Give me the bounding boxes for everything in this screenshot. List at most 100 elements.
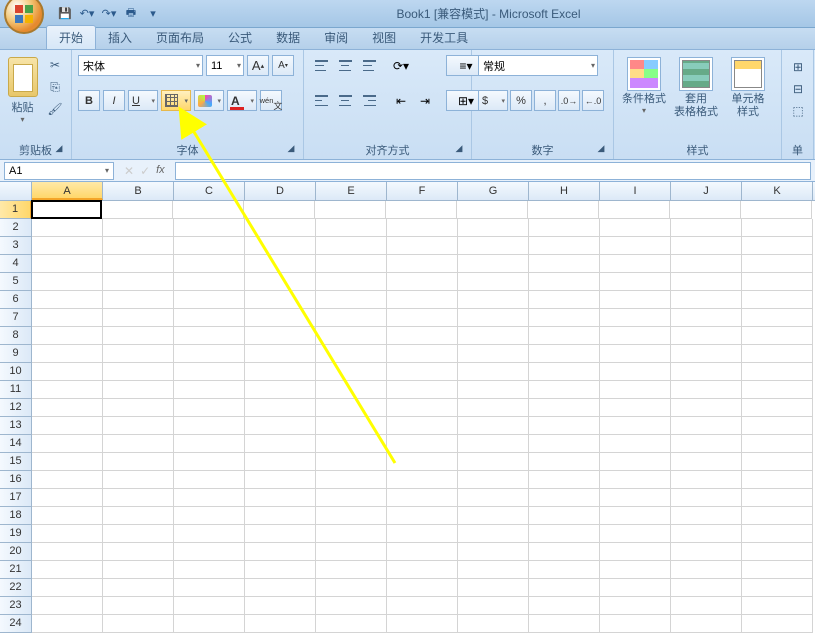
cell[interactable] [316, 219, 387, 237]
cell[interactable] [600, 525, 671, 543]
cell[interactable] [458, 309, 529, 327]
cell[interactable] [671, 435, 742, 453]
cell[interactable] [316, 543, 387, 561]
cell[interactable] [32, 219, 103, 237]
cell[interactable] [387, 417, 458, 435]
row-header[interactable]: 10 [0, 363, 32, 381]
formula-input[interactable] [175, 162, 811, 180]
row-header[interactable]: 8 [0, 327, 32, 345]
cell[interactable] [529, 525, 600, 543]
cell[interactable] [245, 489, 316, 507]
cell[interactable] [742, 543, 813, 561]
percent-button[interactable]: % [510, 90, 532, 111]
cell[interactable] [458, 507, 529, 525]
cell[interactable] [742, 291, 813, 309]
cell[interactable] [245, 471, 316, 489]
cell[interactable] [742, 417, 813, 435]
cell[interactable] [32, 597, 103, 615]
cell[interactable] [245, 291, 316, 309]
cell[interactable] [387, 309, 458, 327]
cell[interactable] [316, 363, 387, 381]
cell[interactable] [458, 435, 529, 453]
cell[interactable] [245, 345, 316, 363]
cell[interactable] [600, 219, 671, 237]
tab-公式[interactable]: 公式 [216, 26, 264, 49]
tab-审阅[interactable]: 审阅 [312, 26, 360, 49]
cell[interactable] [458, 597, 529, 615]
cell[interactable] [245, 579, 316, 597]
cell[interactable] [316, 381, 387, 399]
cell[interactable] [671, 615, 742, 633]
column-header[interactable]: J [671, 182, 742, 200]
cell[interactable] [387, 435, 458, 453]
cell[interactable] [316, 597, 387, 615]
cell[interactable] [103, 597, 174, 615]
cell[interactable] [387, 399, 458, 417]
cell[interactable] [458, 381, 529, 399]
cell[interactable] [600, 291, 671, 309]
cell[interactable] [316, 417, 387, 435]
cell[interactable] [103, 219, 174, 237]
cell[interactable] [458, 363, 529, 381]
cell[interactable] [245, 219, 316, 237]
row-header[interactable]: 20 [0, 543, 32, 561]
cell[interactable] [316, 399, 387, 417]
cell[interactable] [315, 201, 386, 219]
cell[interactable] [671, 597, 742, 615]
paste-label[interactable]: 粘贴 [12, 99, 34, 115]
cell[interactable] [600, 237, 671, 255]
redo-icon[interactable]: ↷▾ [100, 5, 118, 23]
cell[interactable] [742, 273, 813, 291]
cell[interactable] [387, 273, 458, 291]
cell[interactable] [742, 435, 813, 453]
cell[interactable] [245, 525, 316, 543]
cell[interactable] [671, 579, 742, 597]
cell[interactable] [671, 237, 742, 255]
cell[interactable] [529, 381, 600, 399]
cell[interactable] [742, 399, 813, 417]
cell[interactable] [103, 327, 174, 345]
cell[interactable] [316, 453, 387, 471]
insert-cells-icon[interactable]: ⊞ [788, 57, 808, 77]
print-icon[interactable]: 🖶 [122, 5, 140, 23]
cell[interactable] [387, 561, 458, 579]
cell[interactable] [103, 345, 174, 363]
cell[interactable] [103, 507, 174, 525]
column-header[interactable]: F [387, 182, 458, 200]
cell[interactable] [387, 597, 458, 615]
cell[interactable] [529, 219, 600, 237]
cell[interactable] [742, 309, 813, 327]
cell[interactable] [103, 543, 174, 561]
cell[interactable] [529, 309, 600, 327]
cell[interactable] [316, 561, 387, 579]
cell[interactable] [600, 597, 671, 615]
cell[interactable] [742, 561, 813, 579]
row-header[interactable]: 7 [0, 309, 32, 327]
cell[interactable] [245, 615, 316, 633]
cell[interactable] [174, 255, 245, 273]
undo-icon[interactable]: ↶▾ [78, 5, 96, 23]
bold-button[interactable]: B [78, 90, 100, 111]
cell[interactable] [387, 345, 458, 363]
cell[interactable] [600, 471, 671, 489]
cell[interactable] [458, 489, 529, 507]
cell[interactable] [32, 435, 103, 453]
cell[interactable] [671, 273, 742, 291]
tab-开始[interactable]: 开始 [46, 25, 96, 49]
dialog-launcher-icon[interactable]: ◢ [53, 143, 65, 155]
cell[interactable] [458, 453, 529, 471]
cell[interactable] [32, 363, 103, 381]
cell[interactable] [174, 615, 245, 633]
align-middle-button[interactable] [334, 55, 356, 76]
cell[interactable] [174, 507, 245, 525]
borders-button[interactable]: ▾ [161, 90, 191, 111]
cell[interactable] [103, 615, 174, 633]
cancel-formula-icon[interactable]: ✕ [124, 164, 134, 178]
font-size-combo[interactable]: 11▾ [206, 55, 244, 76]
dialog-launcher-icon[interactable]: ◢ [595, 143, 607, 155]
cell[interactable] [103, 273, 174, 291]
format-cells-icon[interactable]: ⬚ [788, 101, 808, 121]
cell[interactable] [245, 399, 316, 417]
underline-button[interactable]: U▾ [128, 90, 158, 111]
cut-icon[interactable]: ✂ [45, 55, 65, 75]
